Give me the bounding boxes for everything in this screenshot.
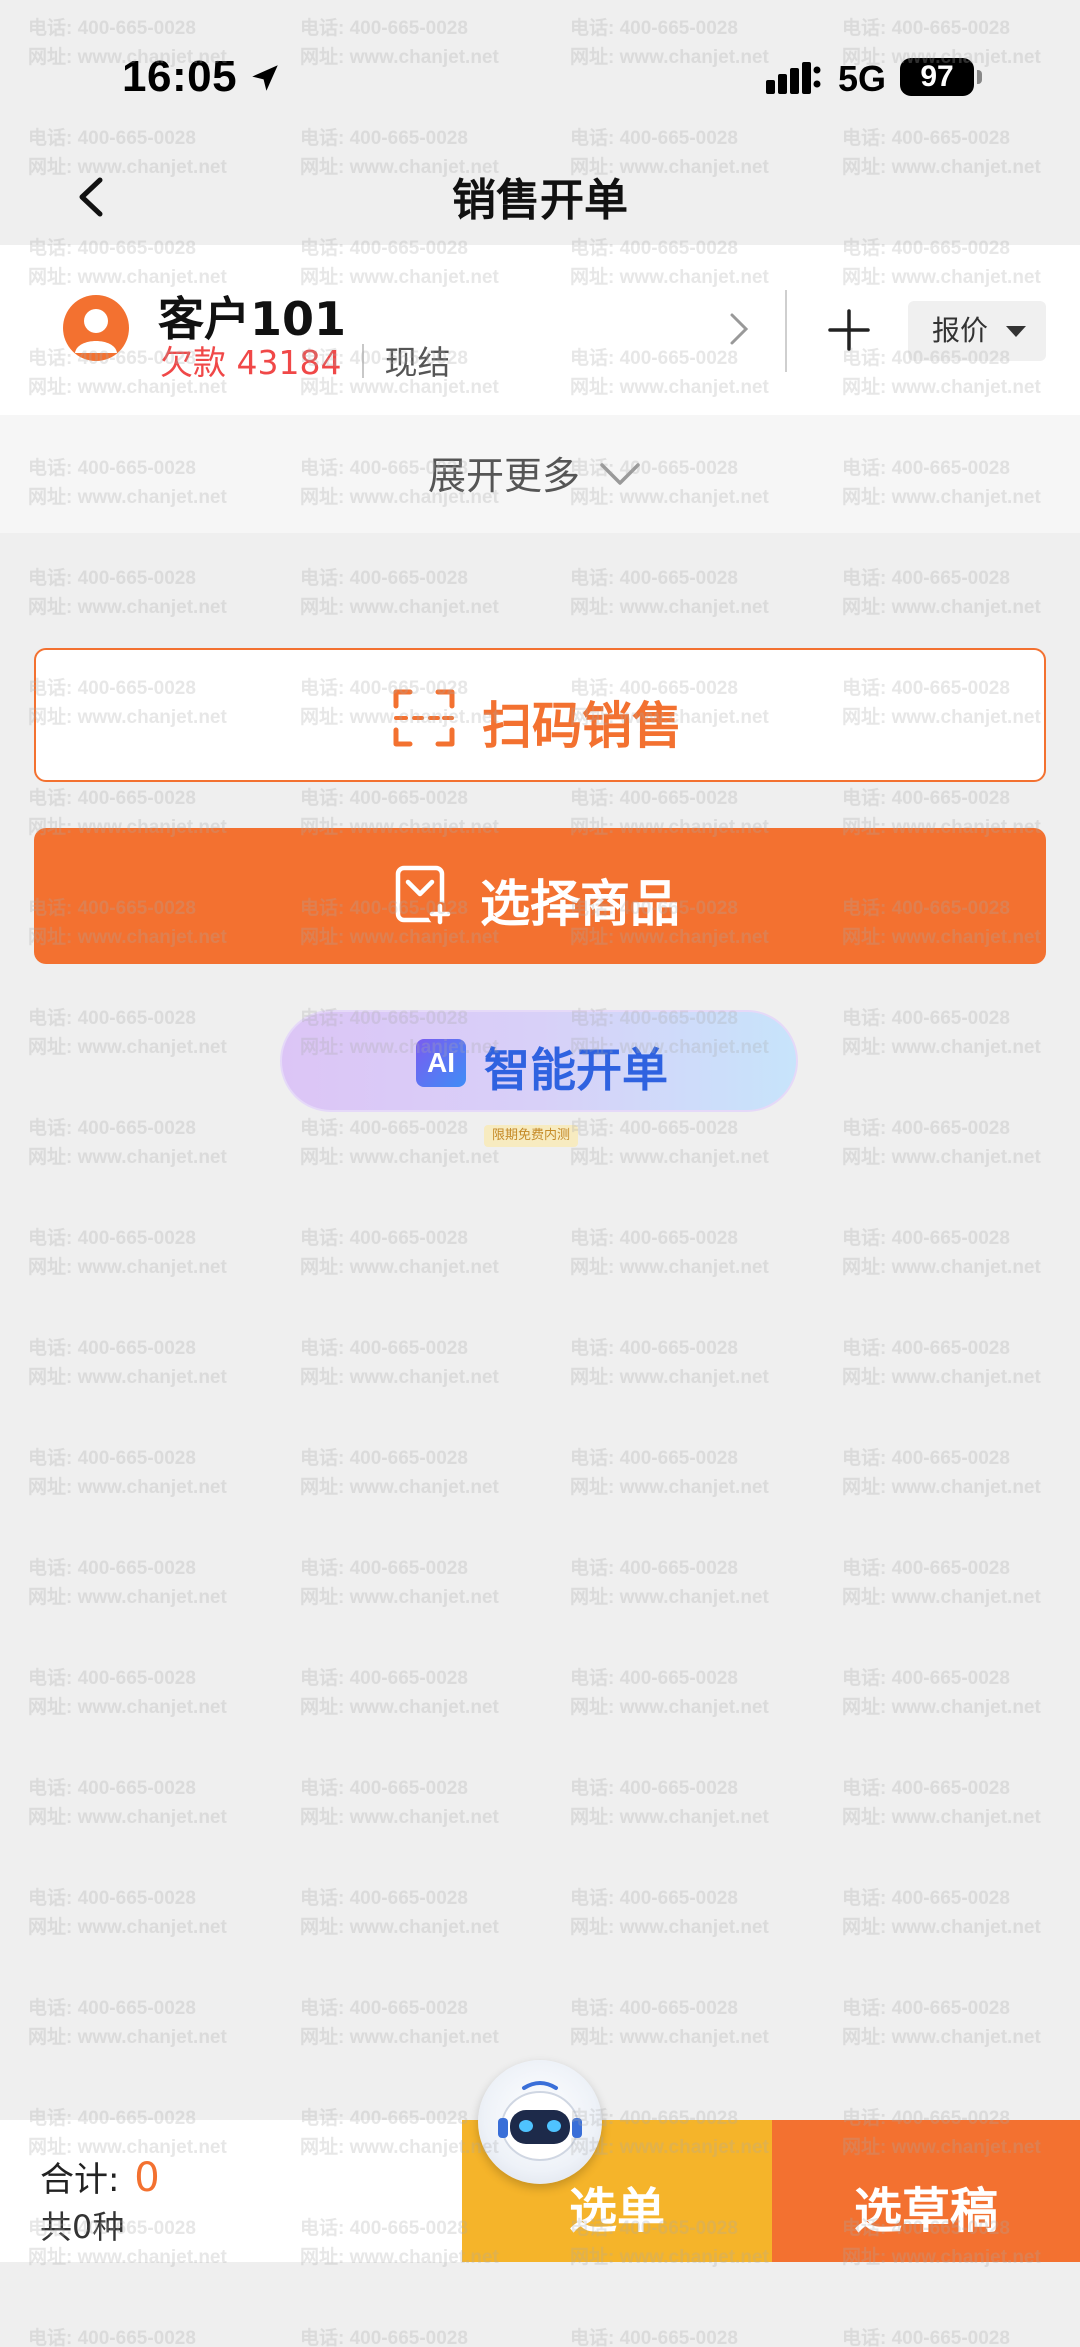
debt-value: 43184	[236, 343, 342, 382]
total-row: 合计: 0	[40, 2152, 160, 2201]
customer-divider	[785, 290, 787, 372]
product-add-icon	[395, 865, 452, 926]
ai-smart-order-label: 智能开单	[484, 1043, 668, 1097]
watermark-text: 电话: 400-665-0028网址: www.chanjet.net	[28, 1118, 227, 1168]
page-title: 销售开单	[452, 175, 628, 226]
signal-bars-icon	[766, 62, 821, 94]
select-draft-button[interactable]: 选草稿	[772, 2120, 1080, 2262]
status-bar: 16:05 5G 97	[0, 0, 1080, 150]
watermark-text: 电话: 400-665-0028网址: www.chanjet.net	[842, 1998, 1041, 2048]
chevron-down-icon	[600, 463, 640, 485]
watermark-text: 电话: 400-665-0028网址: www.chanjet.net	[28, 1228, 227, 1278]
watermark-text: 电话: 400-665-0028网址: www.chanjet.net	[570, 1118, 769, 1168]
status-time: 16:05	[122, 52, 238, 101]
plus-icon[interactable]	[826, 307, 872, 353]
total-value: 0	[134, 2155, 160, 2201]
watermark-text: 电话: 400-665-0028网址: www.chanjet.net	[300, 1778, 499, 1828]
customer-name: 客户101	[158, 292, 347, 346]
watermark-text: 电话: 400-665-0028网址: www.chanjet.net	[570, 1888, 769, 1938]
watermark-text: 电话: 400-665-0028网址: www.chanjet.net	[28, 2328, 196, 2347]
watermark-text: 电话: 400-665-0028网址: www.chanjet.net	[570, 568, 769, 618]
price-type-dropdown[interactable]: 报价	[908, 301, 1046, 361]
watermark-text: 电话: 400-665-0028网址: www.chanjet.net	[842, 2328, 1010, 2347]
watermark-text: 电话: 400-665-0028网址: www.chanjet.net	[300, 568, 499, 618]
select-goods-button[interactable]: 选择商品	[34, 828, 1046, 964]
caret-down-icon	[1006, 326, 1026, 337]
total-label: 合计:	[40, 2160, 120, 2200]
watermark-text: 电话: 400-665-0028网址: www.chanjet.net	[570, 1338, 769, 1388]
scan-frame-icon	[393, 689, 455, 747]
watermark-text: 电话: 400-665-0028网址: www.chanjet.net	[28, 1008, 227, 1058]
watermark-text: 电话: 400-665-0028网址: www.chanjet.net	[28, 1668, 227, 1718]
select-goods-label: 选择商品	[480, 875, 680, 933]
watermark-text: 电话: 400-665-0028网址: www.chanjet.net	[28, 1558, 227, 1608]
item-count: 共0种	[40, 2208, 125, 2246]
watermark-text: 电话: 400-665-0028网址: www.chanjet.net	[842, 568, 1041, 618]
watermark-text: 电话: 400-665-0028网址: www.chanjet.net	[300, 1338, 499, 1388]
watermark-text: 电话: 400-665-0028网址: www.chanjet.net	[300, 1448, 499, 1498]
network-label: 5G	[838, 58, 887, 99]
watermark-text: 电话: 400-665-0028网址: www.chanjet.net	[570, 1228, 769, 1278]
watermark-text: 电话: 400-665-0028网址: www.chanjet.net	[300, 1228, 499, 1278]
watermark-text: 电话: 400-665-0028网址: www.chanjet.net	[842, 1338, 1041, 1388]
ai-badge-icon: AI	[416, 1039, 466, 1087]
watermark-text: 电话: 400-665-0028网址: www.chanjet.net	[842, 1448, 1041, 1498]
watermark-text: 电话: 400-665-0028网址: www.chanjet.net	[28, 1338, 227, 1388]
watermark-text: 电话: 400-665-0028网址: www.chanjet.net	[300, 1888, 499, 1938]
watermark-text: 电话: 400-665-0028网址: www.chanjet.net	[28, 1448, 227, 1498]
battery-indicator: 97	[900, 58, 974, 96]
watermark-text: 电话: 400-665-0028网址: www.chanjet.net	[570, 2328, 738, 2347]
scan-sale-label: 扫码销售	[482, 697, 682, 755]
robot-assistant-icon[interactable]	[478, 2060, 602, 2184]
user-avatar-icon	[63, 295, 129, 361]
watermark-text: 电话: 400-665-0028网址: www.chanjet.net	[28, 1778, 227, 1828]
customer-debt-row: 欠款 43184 现结	[160, 341, 450, 385]
watermark-text: 电话: 400-665-0028网址: www.chanjet.net	[300, 1998, 499, 2048]
watermark-text: 电话: 400-665-0028网址: www.chanjet.net	[570, 1998, 769, 2048]
watermark-text: 电话: 400-665-0028网址: www.chanjet.net	[842, 1888, 1041, 1938]
watermark-text: 电话: 400-665-0028网址: www.chanjet.net	[28, 1998, 227, 2048]
watermark-text: 电话: 400-665-0028网址: www.chanjet.net	[300, 1118, 499, 1168]
price-type-label: 报价	[932, 314, 989, 347]
watermark-text: 电话: 400-665-0028网址: www.chanjet.net	[300, 1668, 499, 1718]
debt-divider	[361, 344, 364, 378]
watermark-text: 电话: 400-665-0028网址: www.chanjet.net	[842, 1228, 1041, 1278]
watermark-text: 电话: 400-665-0028网址: www.chanjet.net	[842, 1668, 1041, 1718]
watermark-text: 电话: 400-665-0028网址: www.chanjet.net	[570, 1558, 769, 1608]
debt-label: 欠款	[160, 343, 226, 382]
watermark-text: 电话: 400-665-0028网址: www.chanjet.net	[842, 1558, 1041, 1608]
customer-panel[interactable]: 客户101 欠款 43184 现结 报价	[0, 245, 1080, 415]
watermark-text: 电话: 400-665-0028网址: www.chanjet.net	[842, 1778, 1041, 1828]
watermark-text: 电话: 400-665-0028网址: www.chanjet.net	[300, 1558, 499, 1608]
scan-sale-button[interactable]: 扫码销售	[34, 648, 1046, 782]
watermark-text: 电话: 400-665-0028网址: www.chanjet.net	[28, 568, 227, 618]
free-beta-tag: 限期免费内测	[484, 1125, 579, 1147]
watermark-text: 电话: 400-665-0028网址: www.chanjet.net	[842, 1118, 1041, 1168]
watermark-text: 电话: 400-665-0028网址: www.chanjet.net	[570, 1668, 769, 1718]
watermark-text: 电话: 400-665-0028网址: www.chanjet.net	[570, 1448, 769, 1498]
watermark-text: 电话: 400-665-0028网址: www.chanjet.net	[570, 1778, 769, 1828]
ai-smart-order-button[interactable]: AI 智能开单	[280, 1010, 798, 1112]
location-arrow-icon	[252, 65, 278, 91]
chevron-right-icon[interactable]	[724, 307, 754, 351]
battery-tip	[977, 70, 982, 84]
settle-type: 现结	[384, 343, 451, 382]
expand-more-row[interactable]: 展开更多	[0, 415, 1080, 533]
expand-more-label: 展开更多	[428, 454, 581, 498]
watermark-text: 电话: 400-665-0028网址: www.chanjet.net	[300, 2328, 468, 2347]
watermark-text: 电话: 400-665-0028网址: www.chanjet.net	[28, 1888, 227, 1938]
nav-bar: 销售开单	[0, 150, 1080, 245]
watermark-text: 电话: 400-665-0028网址: www.chanjet.net	[842, 1008, 1041, 1058]
